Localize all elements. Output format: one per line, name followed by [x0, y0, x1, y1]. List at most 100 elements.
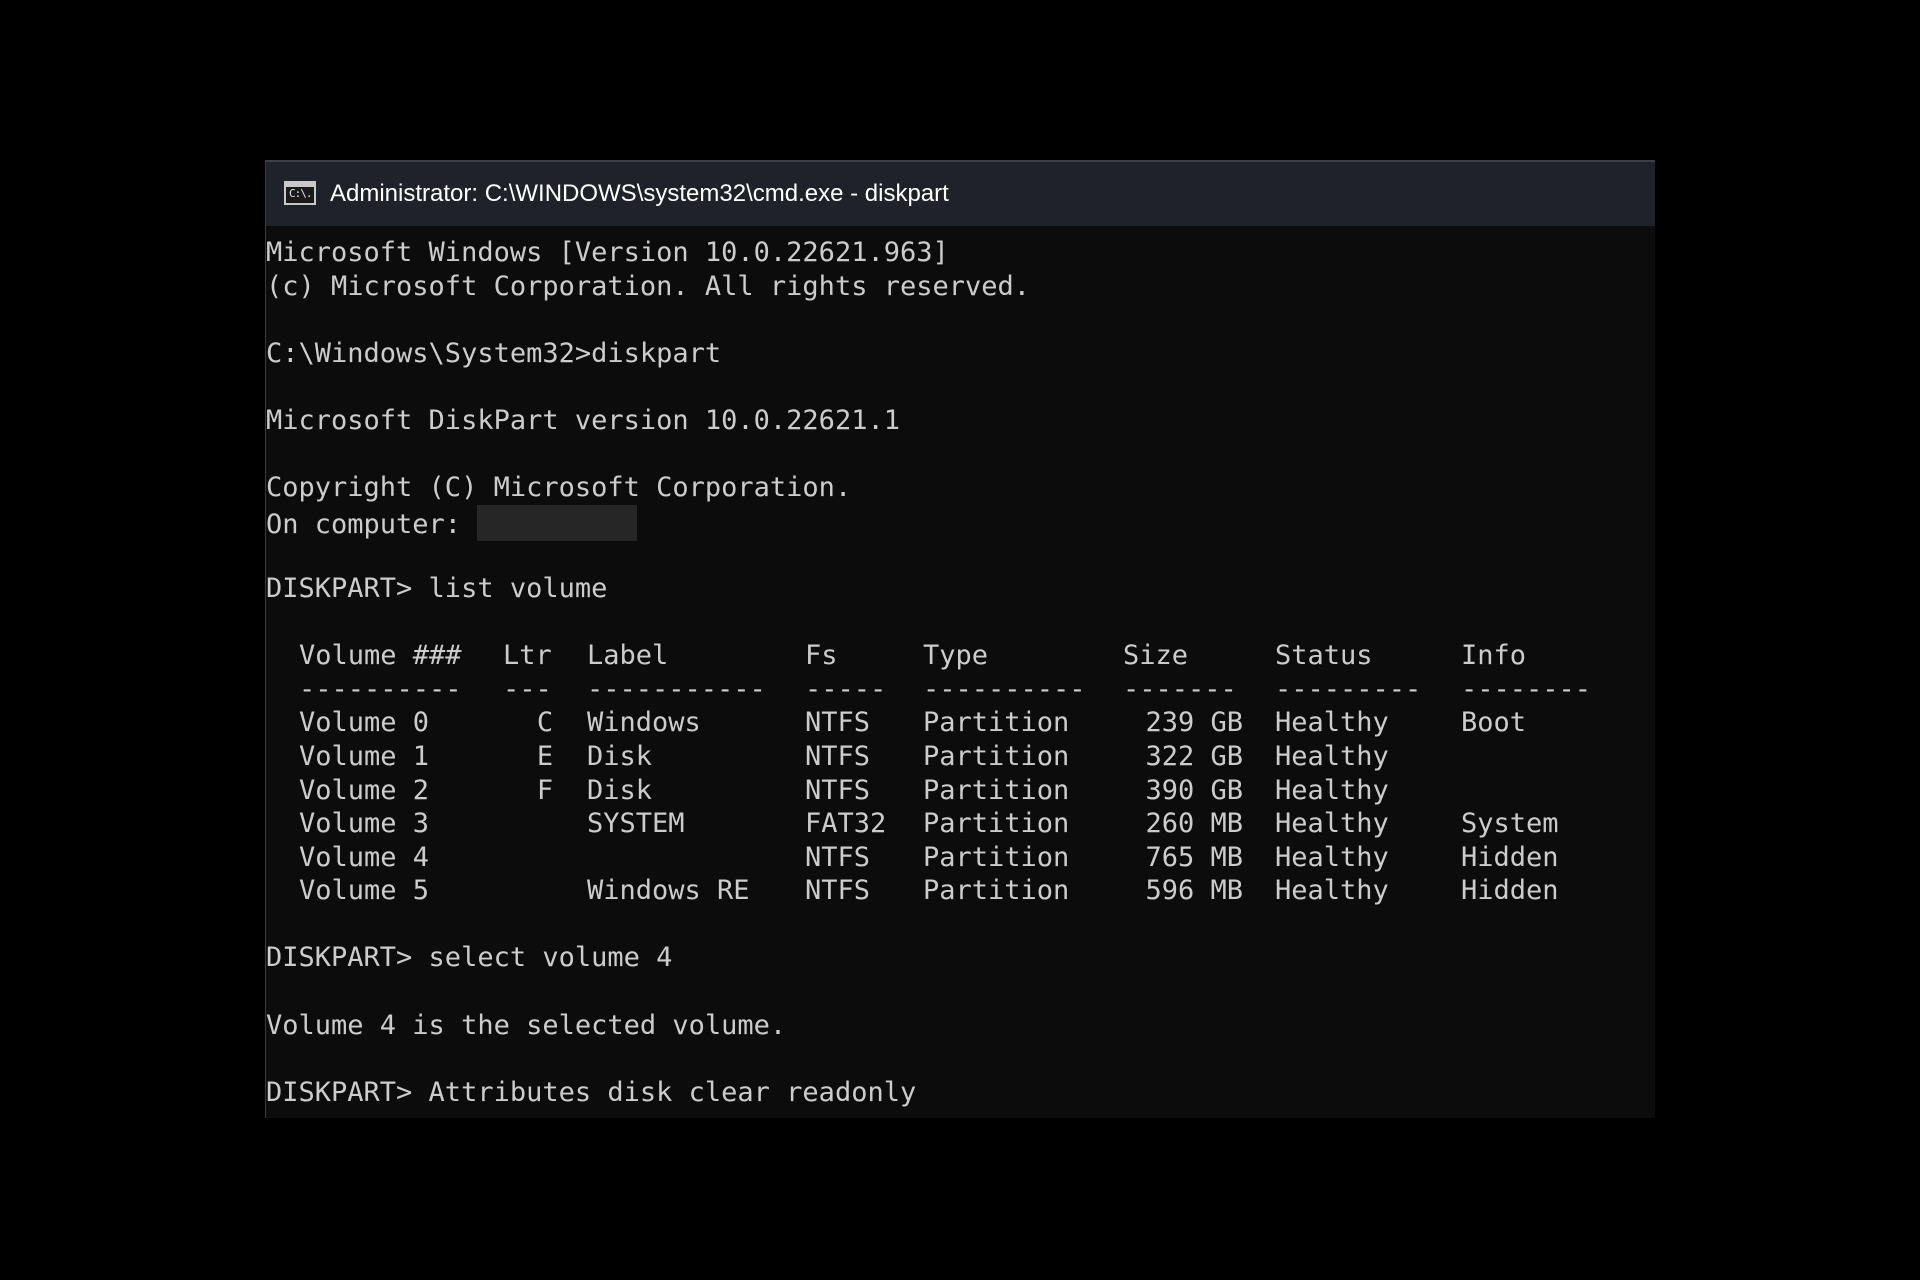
- header-info: Info: [1461, 640, 1527, 672]
- cell-status: Healthy: [1275, 875, 1389, 907]
- console-intro-lines: Microsoft Windows [Version 10.0.22621.96…: [266, 236, 1655, 505]
- cell-type: Partition: [923, 740, 1070, 772]
- cell-volume: Volume 0: [299, 707, 430, 739]
- cell-info: [1461, 774, 1621, 808]
- cell-volume: Volume 3: [299, 808, 430, 840]
- cell-status: Healthy: [1275, 774, 1389, 806]
- cell-type: Partition: [923, 774, 1070, 806]
- header-letter: Ltr: [503, 640, 552, 672]
- cell-info: System: [1461, 808, 1559, 840]
- cell-volume: Volume 5: [299, 875, 430, 907]
- cell-type: Partition: [923, 841, 1070, 873]
- cmd-icon-glyph: C:\.: [289, 187, 312, 200]
- cell-label: Windows: [587, 707, 701, 739]
- cell-status: Healthy: [1275, 740, 1389, 772]
- cell-fs: NTFS: [805, 707, 871, 739]
- cell-info: [1461, 740, 1621, 774]
- console-line: (c) Microsoft Corporation. All rights re…: [266, 270, 1031, 302]
- volume-table-separator: ---------- --- ----------- ----- ---------- -…: [266, 673, 1655, 707]
- cell-info: Hidden: [1461, 841, 1559, 873]
- title-bar[interactable]: C:\. Administrator: C:\WINDOWS\system32\…: [266, 160, 1655, 226]
- cell-size: 390 GB: [1145, 774, 1243, 806]
- cell-fs: NTFS: [805, 875, 871, 907]
- console-line: DISKPART> select volume 4: [266, 942, 673, 974]
- cell-size: 596 MB: [1145, 875, 1243, 907]
- console-output[interactable]: Microsoft Windows [Version 10.0.22621.96…: [266, 226, 1655, 1118]
- table-row: Volume 5 Windows RE NTFS Partition 596 MB Hea…: [266, 874, 1655, 908]
- cell-label: Disk: [587, 774, 653, 806]
- cell-letter: E: [536, 740, 554, 772]
- cell-volume: Volume 2: [299, 774, 430, 806]
- cell-fs: FAT32: [805, 808, 887, 840]
- cell-status: Healthy: [1275, 707, 1389, 739]
- cell-letter: [503, 807, 587, 841]
- cell-size: 239 GB: [1145, 707, 1243, 739]
- cell-info: Boot: [1461, 707, 1527, 739]
- separator-volume: ----------: [299, 673, 462, 705]
- volume-table-header: Volume ### Ltr Label Fs Type Size Status Info: [266, 639, 1655, 673]
- cell-letter: [503, 841, 587, 875]
- volume-table-body: Volume 0 C Windows NTFS Partition 239 GB Healt…: [266, 706, 1655, 908]
- separator-status: ---------: [1275, 673, 1422, 705]
- table-row: Volume 2 F Disk NTFS Partition 390 GB Healthy: [266, 774, 1655, 808]
- console-line: DISKPART> list volume: [266, 572, 608, 604]
- cell-volume: Volume 1: [299, 740, 430, 772]
- header-type: Type: [923, 640, 989, 672]
- separator-fs: -----: [805, 673, 887, 705]
- cell-type: Partition: [923, 707, 1070, 739]
- console-line: C:\Windows\System32>diskpart: [266, 337, 722, 369]
- cell-label: Disk: [587, 740, 653, 772]
- console-line: Copyright (C) Microsoft Corporation.: [266, 472, 852, 504]
- cell-fs: NTFS: [805, 740, 871, 772]
- table-row: Volume 4 NTFS Partition 765 MB Healthy Hidden: [266, 841, 1655, 875]
- redacted-computer-name: [477, 504, 638, 541]
- separator-type: ----------: [923, 673, 1086, 705]
- cell-size: 260 MB: [1145, 808, 1243, 840]
- console-result-lines: DISKPART> select volume 4 Volume 4 is the…: [266, 908, 1655, 1110]
- cell-letter: [503, 874, 587, 908]
- cell-volume: Volume 4: [299, 841, 430, 873]
- volume-table: Volume ### Ltr Label Fs Type Size Status Info -…: [266, 639, 1655, 908]
- cell-label: SYSTEM: [587, 808, 685, 840]
- cell-size: 765 MB: [1145, 841, 1243, 873]
- table-row: Volume 0 C Windows NTFS Partition 239 GB Healt…: [266, 706, 1655, 740]
- cell-type: Partition: [923, 808, 1070, 840]
- cell-status: Healthy: [1275, 841, 1389, 873]
- console-line: Microsoft Windows [Version 10.0.22621.96…: [266, 237, 949, 268]
- separator-size: -------: [1123, 673, 1237, 705]
- table-row: Volume 1 E Disk NTFS Partition 322 GB Healthy: [266, 740, 1655, 774]
- cmd-window: C:\. Administrator: C:\WINDOWS\system32\…: [265, 160, 1655, 1118]
- console-command-lines: DISKPART> list volume: [266, 538, 1655, 639]
- cell-info: Hidden: [1461, 875, 1559, 907]
- console-line: Volume 4 is the selected volume.: [266, 1009, 787, 1041]
- table-row: Volume 3 SYSTEM FAT32 Partition 260 MB Health…: [266, 807, 1655, 841]
- header-label: Label: [587, 640, 669, 672]
- header-fs: Fs: [805, 640, 838, 672]
- cell-status: Healthy: [1275, 808, 1389, 840]
- cell-label: Windows RE: [587, 875, 750, 907]
- cell-type: Partition: [923, 875, 1070, 907]
- cell-letter: C: [536, 707, 554, 739]
- cmd-icon[interactable]: C:\.: [284, 181, 316, 205]
- header-volume: Volume ###: [299, 640, 462, 672]
- computer-name-label: On computer:: [266, 508, 478, 540]
- separator-label: -----------: [587, 673, 766, 705]
- console-line: DISKPART> Attributes disk clear readonly: [266, 1076, 917, 1108]
- cell-fs: NTFS: [805, 774, 871, 806]
- separator-info: --------: [1461, 673, 1592, 705]
- cell-size: 322 GB: [1145, 740, 1243, 772]
- console-line: Microsoft DiskPart version 10.0.22621.1: [266, 404, 900, 436]
- separator-letter: ---: [503, 673, 552, 705]
- header-status: Status: [1275, 640, 1373, 672]
- window-title: Administrator: C:\WINDOWS\system32\cmd.e…: [330, 180, 949, 207]
- cell-fs: NTFS: [805, 841, 871, 873]
- cell-letter: F: [536, 774, 554, 806]
